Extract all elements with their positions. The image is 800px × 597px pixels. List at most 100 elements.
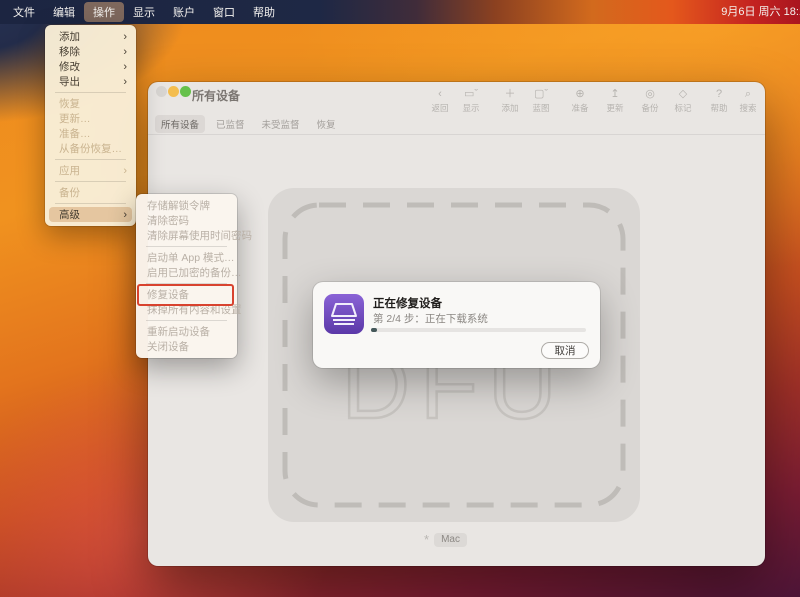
menu-item-backup: 备份 [45, 185, 136, 200]
device-name-badge[interactable]: Mac [434, 533, 467, 547]
toolbar-label: 更新 [606, 102, 623, 114]
progress-bar [371, 328, 586, 332]
submenu-item-save-unlock-token: 存储解锁令牌 [136, 198, 237, 213]
menubar-item-edit[interactable]: 编辑 [44, 2, 84, 22]
menu-item-add[interactable]: 添加 › [45, 29, 136, 44]
menu-item-label: 重新启动设备 [147, 324, 228, 339]
menu-item-update: 更新… [45, 111, 136, 126]
update-icon: ↥ [610, 88, 619, 101]
menubar-clock[interactable]: 9月6日 周六 18:1 [721, 0, 800, 24]
submenu-arrow-icon: › [123, 209, 127, 221]
toolbar-back-button[interactable]: ‹ 返回 [423, 88, 457, 114]
menubar-item-view[interactable]: 显示 [124, 2, 164, 22]
submenu-item-restart-device: 重新启动设备 [136, 324, 237, 339]
submenu-item-clear-screentime-passcode: 清除屏幕使用时间密码 [136, 228, 237, 243]
menu-item-modify[interactable]: 修改 › [45, 59, 136, 74]
search-icon: ⌕ [745, 88, 751, 101]
menu-item-label: 移除 [59, 44, 119, 59]
annotation-highlight-box [137, 284, 234, 306]
menubar-item-actions[interactable]: 操作 [84, 2, 124, 22]
toolbar-label: 返回 [431, 102, 448, 114]
toolbar-label: 显示 [462, 102, 479, 114]
prepare-icon: ⊕ [575, 88, 584, 101]
menu-item-apply: 应用 › [45, 163, 136, 178]
toolbar-backup-button[interactable]: ◎ 备份 [633, 88, 667, 114]
plus-icon: ＋ [505, 88, 516, 101]
help-icon: ? [716, 88, 722, 101]
menu-item-label: 从备份恢复… [59, 141, 127, 156]
screen: 文件 编辑 操作 显示 账户 窗口 帮助 9月6日 周六 18:1 所有设备 ‹… [0, 0, 800, 597]
menu-separator [55, 92, 126, 93]
menubar-item-help[interactable]: 帮助 [244, 2, 284, 22]
menu-item-label: 清除密码 [147, 213, 228, 228]
toolbar-prepare-button[interactable]: ⊕ 准备 [563, 88, 597, 114]
menu-item-remove[interactable]: 移除 › [45, 44, 136, 59]
submenu-arrow-icon: › [123, 76, 127, 88]
menu-item-label: 高级 [59, 207, 119, 222]
menu-item-export[interactable]: 导出 › [45, 74, 136, 89]
submenu-arrow-icon: › [123, 46, 127, 58]
menu-item-label: 存储解锁令牌 [147, 198, 228, 213]
menu-item-label: 导出 [59, 74, 119, 89]
menubar-item-file[interactable]: 文件 [4, 2, 44, 22]
menu-separator [146, 320, 227, 321]
menu-separator [55, 181, 126, 182]
tab-recovery[interactable]: 恢复 [317, 117, 336, 131]
toolbar-view-button[interactable]: ▭ˇ 显示 [454, 88, 488, 114]
zoom-button[interactable] [180, 86, 191, 97]
submenu-arrow-icon: › [123, 31, 127, 43]
menu-item-label: 启动单 App 模式… [147, 250, 235, 265]
toolbar-update-button[interactable]: ↥ 更新 [598, 88, 632, 114]
menubar-item-window[interactable]: 窗口 [204, 2, 244, 22]
menu-item-label: 添加 [59, 29, 119, 44]
menu-item-label: 修改 [59, 59, 119, 74]
menu-item-label: 恢复 [59, 96, 127, 111]
toolbar-blueprints-button[interactable]: ▢ˇ 蓝图 [524, 88, 558, 114]
submenu-arrow-icon: › [123, 165, 127, 177]
menu-separator [55, 159, 126, 160]
progress-fill [371, 328, 377, 332]
minimize-button[interactable] [168, 86, 179, 97]
view-popup-icon: ▭ˇ [464, 88, 478, 101]
menu-bar: 文件 编辑 操作 显示 账户 窗口 帮助 9月6日 周六 18:1 [0, 0, 800, 24]
dialog-step-text: 第 2/4 步：正在下载系统 [373, 311, 488, 326]
toolbar-label: 标记 [674, 102, 691, 114]
toolbar-label: 帮助 [710, 102, 727, 114]
app-icon [323, 293, 365, 335]
menu-item-label: 备份 [59, 185, 127, 200]
menu-item-label: 准备… [59, 126, 127, 141]
menu-item-restore: 恢复 [45, 96, 136, 111]
submenu-item-single-app-mode: 启动单 App 模式… [136, 250, 237, 265]
toolbar-label: 添加 [501, 102, 518, 114]
window-title: 所有设备 [192, 87, 240, 104]
toolbar-label: 蓝图 [532, 102, 549, 114]
submenu-item-clear-passcode: 清除密码 [136, 213, 237, 228]
toolbar-add-button[interactable]: ＋ 添加 [493, 88, 527, 114]
device-filter-tabs: 所有设备 已监督 未受监督 恢复 [155, 115, 336, 133]
toolbar-search-button[interactable]: ⌕ 搜索 [731, 88, 765, 114]
toolbar-label: 备份 [641, 102, 658, 114]
tab-unsupervised[interactable]: 未受监督 [262, 117, 300, 131]
repair-dialog: 正在修复设备 第 2/4 步：正在下载系统 取消 [313, 282, 600, 368]
menu-item-advanced[interactable]: 高级 › [45, 207, 136, 222]
toolbar-tag-button[interactable]: ◇ 标记 [666, 88, 700, 114]
window-header: 所有设备 ‹ 返回 ▭ˇ 显示 ＋ 添加 ▢ˇ 蓝图 ⊕ 准备 ↥ [148, 82, 765, 135]
dialog-title: 正在修复设备 [373, 295, 442, 311]
device-name-row: * Mac [424, 532, 467, 547]
menu-item-label: 关闭设备 [147, 339, 228, 354]
backup-icon: ◎ [645, 88, 655, 101]
menu-separator [55, 203, 126, 204]
cancel-button[interactable]: 取消 [541, 342, 589, 359]
tab-all-devices[interactable]: 所有设备 [155, 115, 205, 133]
menu-item-restore-from-backup: 从备份恢复… [45, 141, 136, 156]
menubar-item-account[interactable]: 账户 [164, 2, 204, 22]
menu-separator [146, 246, 227, 247]
tab-supervised[interactable]: 已监督 [216, 117, 245, 131]
toolbar-label: 准备 [571, 102, 588, 114]
device-status-icon: * [424, 532, 429, 547]
close-button[interactable] [156, 86, 167, 97]
menu-item-label: 清除屏幕使用时间密码 [147, 228, 252, 243]
advanced-submenu: 存储解锁令牌 清除密码 清除屏幕使用时间密码 启动单 App 模式… 启用已加密… [136, 194, 237, 358]
menu-item-label: 更新… [59, 111, 127, 126]
blueprint-popup-icon: ▢ˇ [534, 88, 548, 101]
